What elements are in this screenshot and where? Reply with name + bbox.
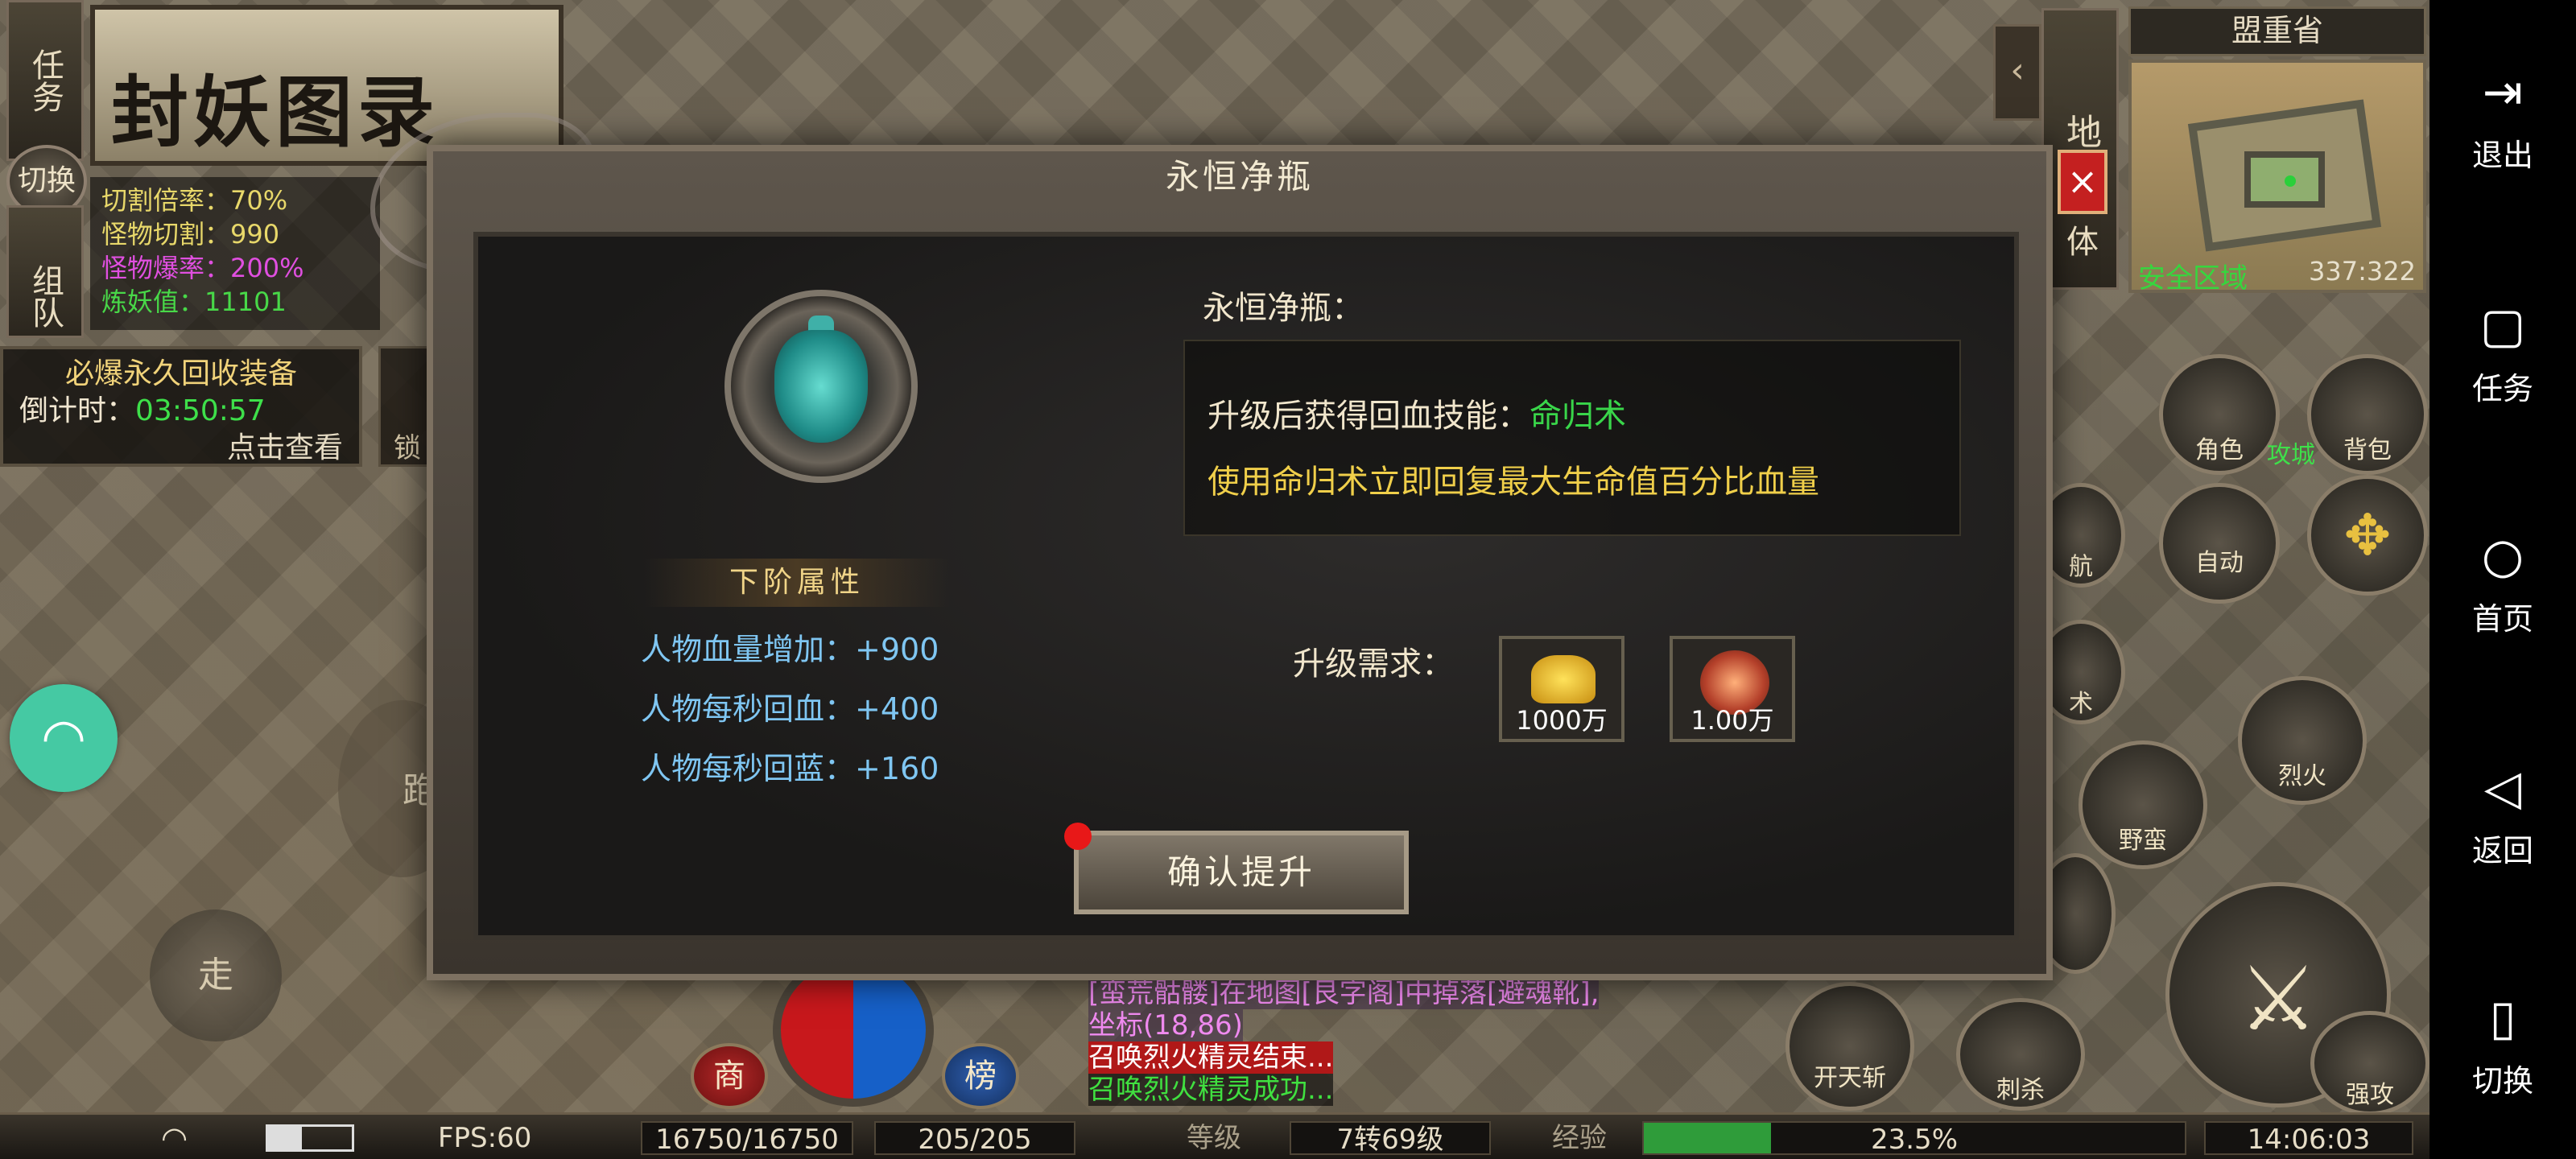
notification-dot xyxy=(1064,823,1092,850)
stab-skill[interactable]: 刺杀 xyxy=(1956,998,2085,1111)
body-tab[interactable]: 体 xyxy=(2058,216,2107,272)
task-tab[interactable]: 任务 xyxy=(6,0,84,161)
chat-line-coords: 坐标(18,86) xyxy=(1088,1009,1243,1041)
req-gold-qty: 1000万 xyxy=(1516,705,1608,736)
chat-line-drop: [蛮荒骷髅]在地图[艮字阁]中掉落[避魂靴], xyxy=(1088,977,1600,1009)
exp-label: 经验 xyxy=(1552,1122,1607,1154)
phone-switch-icon: ▯ xyxy=(2489,990,2516,1046)
home-button[interactable]: ○ 首页 xyxy=(2429,528,2576,638)
collapse-arrow-icon[interactable]: ‹ xyxy=(1993,24,2041,121)
purity-vase-icon xyxy=(774,330,868,443)
fps-counter: FPS:60 xyxy=(438,1122,532,1154)
hp-value: 16750/16750 xyxy=(641,1121,853,1156)
skill-effect-description: 使用命归术立即回复最大生命值百分比血量 xyxy=(1208,464,1819,501)
attr-hp-regen: 人物每秒回血：+400 xyxy=(641,691,939,727)
exp-percent: 23.5% xyxy=(1870,1124,1958,1156)
stat-cut-rate: 切割倍率：70% xyxy=(101,185,288,216)
exp-bar: 23.5% xyxy=(1642,1121,2186,1156)
click-view-link[interactable]: 点击查看 xyxy=(19,430,343,467)
wild-charge-skill[interactable]: 野蛮 xyxy=(2079,740,2207,869)
back-button[interactable]: ◁ 返回 xyxy=(2429,760,2576,870)
wifi-signal-icon: ◠ xyxy=(161,1120,188,1156)
fire-sword-skill[interactable]: 烈火 xyxy=(2238,676,2367,805)
circle-icon: ○ xyxy=(2481,528,2524,584)
level-value: 7转69级 xyxy=(1290,1121,1491,1156)
strong-attack-skill[interactable]: 强攻 xyxy=(2310,1011,2429,1116)
countdown-line: 倒计时：03:50:57 xyxy=(19,393,343,430)
skill-gain-line: 升级后获得回血技能：命归术 xyxy=(1208,383,1937,449)
chat-log: [蛮荒骷髅]在地图[艮字阁]中掉落[避魂靴], 坐标(18,86) 召唤烈火精灵… xyxy=(1088,977,1748,1112)
gold-ingot-icon xyxy=(1531,655,1596,703)
switch-app-button[interactable]: ▯ 切换 xyxy=(2429,990,2576,1100)
req-slot-stone[interactable]: 1.00万 xyxy=(1670,636,1795,742)
triangle-back-icon: ◁ xyxy=(2483,760,2522,816)
shop-button[interactable]: 商 xyxy=(691,1043,768,1109)
next-attributes-header: 下阶属性 xyxy=(644,559,950,607)
mp-value: 205/205 xyxy=(874,1121,1075,1156)
bag-button[interactable]: 背包 xyxy=(2307,354,2428,475)
skill-gain-prefix: 升级后获得回血技能： xyxy=(1208,398,1530,435)
region-title: 盟重省 xyxy=(2128,6,2426,56)
stat-drop-rate: 怪物爆率：200% xyxy=(101,253,304,283)
dialog-title: 永恒净瓶 xyxy=(1165,157,1314,196)
recycle-title: 必爆永久回收装备 xyxy=(64,357,297,390)
countdown-label: 倒计时： xyxy=(19,394,136,427)
square-icon: ▢ xyxy=(2479,298,2526,354)
requirements-label: 升级需求： xyxy=(1293,645,1454,683)
stats-panel: 切割倍率：70% 怪物切割：990 怪物爆率：200% 炼妖值：11101 xyxy=(90,177,380,330)
auto-button[interactable]: 自动 xyxy=(2159,483,2280,604)
confirm-upgrade-button[interactable]: 确认提升 xyxy=(1074,831,1409,914)
move-cross-icon[interactable]: ✥ xyxy=(2307,475,2428,596)
req-stone-qty: 1.00万 xyxy=(1690,705,1774,736)
battery-icon xyxy=(266,1124,354,1152)
skill-name: 命归术 xyxy=(1530,398,1626,435)
attr-mp-regen: 人物每秒回蓝：+160 xyxy=(641,751,939,786)
recycle-countdown-panel[interactable]: 必爆永久回收装备 倒计时：03:50:57 点击查看 xyxy=(0,346,362,467)
req-slot-gold[interactable]: 1000万 xyxy=(1499,636,1624,742)
countdown-value: 03:50:57 xyxy=(135,394,266,427)
status-bar: ◠ FPS:60 16750/16750 205/205 等级 7转69级 经验… xyxy=(0,1112,2429,1159)
game-view: 任务 切换 组队 封妖图录 切割倍率：70% 怪物切割：990 怪物爆率：200… xyxy=(0,0,2429,1159)
system-nav-bar: ⇥ 退出 ▢ 任务 ○ 首页 ◁ 返回 ▯ 切换 xyxy=(2429,0,2576,1159)
exit-icon: ⇥ xyxy=(2482,64,2524,121)
team-tab[interactable]: 组队 xyxy=(6,205,84,338)
skill-description-box: 升级后获得回血技能：命归术 使用命归术立即回复最大生命值百分比血量 xyxy=(1183,340,1961,536)
stat-monster-cut: 怪物切割：990 xyxy=(101,219,280,250)
safe-zone-label: 安全区域 xyxy=(2138,262,2248,295)
rank-button[interactable]: 榜 xyxy=(942,1043,1019,1109)
recent-tasks-button[interactable]: ▢ 任务 xyxy=(2429,298,2576,408)
attr-hp-increase: 人物血量增加：+900 xyxy=(641,632,939,667)
stat-refine-value: 炼妖值：11101 xyxy=(101,287,287,317)
attack-city-label[interactable]: 攻城 xyxy=(2267,435,2315,470)
level-label: 等级 xyxy=(1187,1122,1241,1154)
exit-button[interactable]: ⇥ 退出 xyxy=(2429,64,2576,175)
role-button[interactable]: 角色 xyxy=(2159,354,2280,475)
exp-bar-fill xyxy=(1644,1123,1771,1153)
floating-wifi-icon[interactable]: ◠ xyxy=(10,684,118,792)
player-coordinates: 337:322 xyxy=(2309,256,2416,287)
chat-line-summon-end: 召唤烈火精灵结束... xyxy=(1088,1041,1334,1074)
close-button[interactable]: × xyxy=(2058,150,2107,214)
clock-time: 14:06:03 xyxy=(2204,1121,2413,1156)
item-name: 永恒净瓶： xyxy=(1203,290,1364,327)
walk-button[interactable]: 走 xyxy=(150,909,282,1041)
chat-line-summon-success: 召唤烈火精灵成功... xyxy=(1088,1074,1334,1106)
player-marker-icon xyxy=(2285,175,2296,187)
open-sky-slash-skill[interactable]: 开天斩 xyxy=(1785,982,1914,1111)
